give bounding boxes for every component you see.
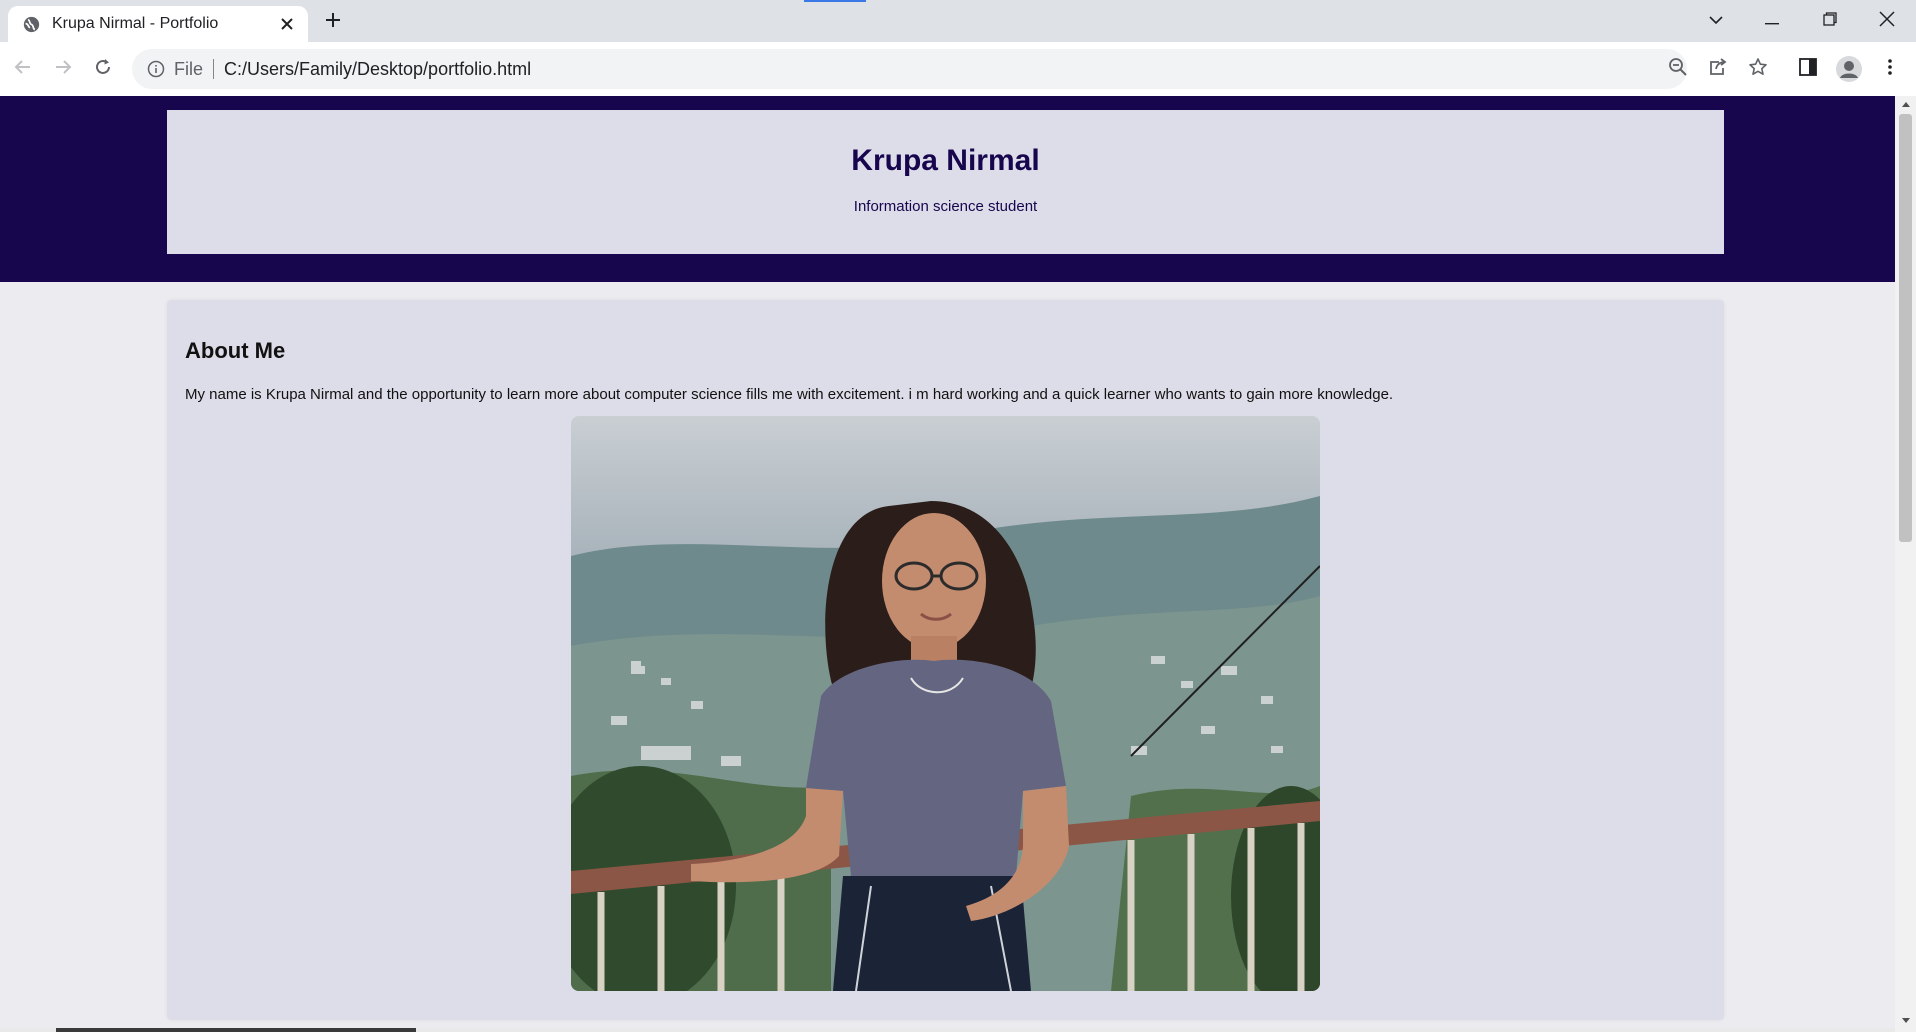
about-section: About Me My name is Krupa Nirmal and the… — [167, 300, 1724, 1020]
close-icon[interactable] — [276, 13, 298, 35]
scroll-up-button[interactable] — [1895, 96, 1916, 112]
triangle-down-icon — [1901, 1011, 1911, 1029]
arrow-right-icon — [53, 57, 73, 82]
about-bio: My name is Krupa Nirmal and the opportun… — [185, 386, 1394, 403]
window-close-button[interactable] — [1861, 0, 1913, 42]
share-icon — [1708, 57, 1728, 82]
vertical-scrollbar[interactable] — [1895, 96, 1916, 1032]
header-card: Krupa Nirmal Information science student — [167, 110, 1724, 254]
url-separator — [213, 59, 215, 79]
zoom-out-icon — [1668, 57, 1688, 82]
horizontal-scrollbar[interactable] — [0, 1028, 1895, 1032]
share-button[interactable] — [1702, 49, 1734, 89]
tab-title: Krupa Nirmal - Portfolio — [52, 15, 219, 32]
reload-icon — [93, 57, 113, 82]
page-header: Krupa Nirmal Information science student — [0, 96, 1895, 282]
kebab-menu-icon — [1887, 58, 1893, 81]
url-scheme-label: File — [174, 58, 204, 79]
browser-tab[interactable]: Krupa Nirmal - Portfolio — [8, 6, 308, 42]
new-tab-button[interactable] — [318, 8, 348, 36]
horizontal-scrollbar-thumb[interactable] — [56, 1028, 416, 1032]
scrollbar-thumb[interactable] — [1899, 114, 1912, 542]
close-icon — [1879, 10, 1895, 32]
profile-icon — [1836, 56, 1862, 82]
side-panel-icon — [1799, 57, 1817, 81]
page-viewport: Krupa Nirmal Information science student… — [0, 96, 1895, 1032]
loading-indicator — [804, 0, 866, 2]
back-button[interactable] — [8, 54, 38, 84]
page-title: Krupa Nirmal — [851, 144, 1040, 177]
plus-icon — [324, 11, 342, 34]
portrait-photo — [571, 416, 1320, 991]
reload-button[interactable] — [88, 54, 118, 84]
browser-toolbar: File C:/Users/Family/Desktop/portfolio.h… — [0, 42, 1916, 96]
zoom-button[interactable] — [1662, 49, 1694, 89]
restore-button[interactable] — [1804, 0, 1856, 42]
star-icon — [1748, 57, 1768, 82]
side-panel-button[interactable] — [1792, 53, 1824, 85]
restore-icon — [1823, 11, 1837, 31]
globe-icon — [22, 15, 40, 33]
page-subtitle: Information science student — [853, 198, 1038, 215]
info-icon[interactable] — [146, 59, 166, 79]
triangle-up-icon — [1901, 95, 1911, 113]
scroll-down-button[interactable] — [1895, 1012, 1916, 1028]
profile-button[interactable] — [1833, 53, 1865, 85]
forward-button[interactable] — [48, 54, 78, 84]
address-bar[interactable]: File C:/Users/Family/Desktop/portfolio.h… — [132, 49, 1687, 89]
tab-search-button[interactable] — [1690, 0, 1742, 42]
tab-strip: Krupa Nirmal - Portfolio — [0, 0, 1916, 42]
minimize-icon — [1765, 12, 1779, 30]
minimize-button[interactable] — [1746, 0, 1798, 42]
about-heading: About Me — [185, 338, 286, 363]
menu-button[interactable] — [1874, 53, 1906, 85]
bookmark-button[interactable] — [1742, 49, 1774, 89]
url-text[interactable]: C:/Users/Family/Desktop/portfolio.html — [224, 59, 531, 80]
chevron-down-icon — [1708, 12, 1724, 30]
arrow-left-icon — [13, 57, 33, 82]
